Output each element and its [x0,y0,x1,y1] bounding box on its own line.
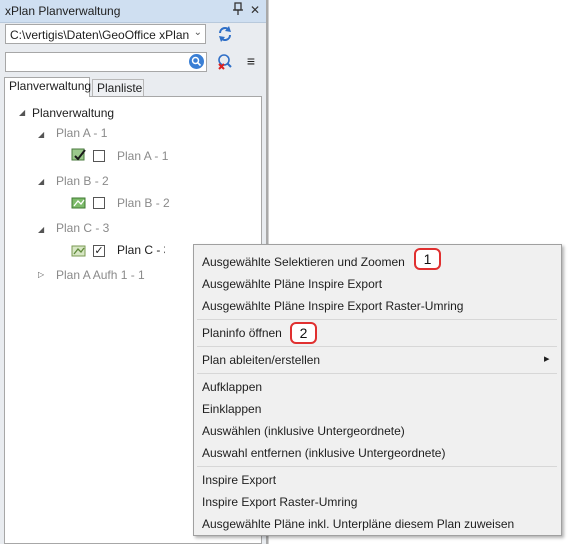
tree-node-plan-a-aufh[interactable]: Plan A Aufh 1 - 1 [56,268,145,282]
menu-separator [197,466,557,467]
close-icon[interactable]: ✕ [247,2,263,18]
plan-image-icon [71,243,87,259]
context-menu: Ausgewählte Selektieren und Zoomen Ausge… [193,244,562,536]
search-icon [191,56,202,67]
collapsed-triangle-icon[interactable]: ▷ [38,270,44,279]
refresh-icon [219,26,231,42]
menu-item-plan-ableiten[interactable]: Plan ableiten/erstellen [202,353,552,367]
menu-item-inspire-export-raster[interactable]: Inspire Export Raster-Umring [202,495,552,509]
menu-item-planinfo[interactable]: Planinfo öffnen [202,326,552,340]
chevron-down-icon: ⌄ [193,27,202,38]
tree-leaf-plan-c[interactable]: Plan C - 3 [117,243,165,257]
path-dropdown[interactable]: C:\vertigis\Daten\GeoOffice xPlanu ⌄ [5,24,206,44]
submenu-arrow-icon: ▸ [544,353,550,365]
clear-search-button[interactable] [214,52,236,72]
tree-node-plan-b[interactable]: Plan B - 2 [56,174,109,188]
menu-item-plaene-zuweisen[interactable]: Ausgewählte Pläne inkl. Unterpläne diese… [202,517,552,531]
expanded-triangle-icon[interactable]: ◢ [19,108,25,117]
panel-titlebar: xPlan Planverwaltung ✕ [0,0,266,23]
expanded-triangle-icon[interactable]: ◢ [38,130,44,139]
plan-check-icon [71,147,87,163]
plan-checkbox[interactable] [93,197,105,209]
menu-item-inspire-export[interactable]: Inspire Export [202,473,552,487]
tab-planverwaltung[interactable]: Planverwaltung [4,77,91,97]
plan-checkbox[interactable] [93,150,105,162]
tree-leaf-plan-a[interactable]: Plan A - 1 [117,149,168,163]
tree-node-plan-a[interactable]: Plan A - 1 [56,126,107,140]
menu-item-auswahl-entfernen[interactable]: Auswahl entfernen (inklusive Untergeordn… [202,446,552,460]
menu-item-einklappen[interactable]: Einklappen [202,402,552,416]
callout-badge-1: 1 [414,248,441,270]
expanded-triangle-icon[interactable]: ◢ [38,177,44,186]
path-dropdown-value: C:\vertigis\Daten\GeoOffice xPlanu [10,28,190,42]
menu-separator [197,319,557,320]
menu-separator [197,373,557,374]
expanded-triangle-icon[interactable]: ◢ [38,225,44,234]
menu-item-select-zoom[interactable]: Ausgewählte Selektieren und Zoomen [202,255,552,269]
plan-image-icon [71,195,87,211]
callout-badge-2: 2 [290,322,317,344]
panel-title: xPlan Planverwaltung [5,4,121,18]
tree-leaf-plan-b[interactable]: Plan B - 2 [117,196,170,210]
menu-icon[interactable]: ≡ [243,53,259,69]
menu-item-inspire-export-selected[interactable]: Ausgewählte Pläne Inspire Export [202,277,552,291]
pin-icon[interactable] [230,2,246,18]
tree-node-plan-c[interactable]: Plan C - 3 [56,221,109,235]
search-input[interactable] [5,52,207,72]
plan-checkbox-checked[interactable]: ✓ [93,245,105,257]
search-button[interactable] [189,54,204,69]
tab-planliste[interactable]: Planliste [92,79,144,96]
menu-item-auswaehlen[interactable]: Auswählen (inklusive Untergeordnete) [202,424,552,438]
clear-search-icon [218,54,232,70]
refresh-button[interactable] [214,24,236,44]
menu-separator [197,346,557,347]
tree-root[interactable]: Planverwaltung [32,106,114,120]
menu-item-inspire-export-raster-selected[interactable]: Ausgewählte Pläne Inspire Export Raster-… [202,299,552,313]
menu-item-aufklappen[interactable]: Aufklappen [202,380,552,394]
